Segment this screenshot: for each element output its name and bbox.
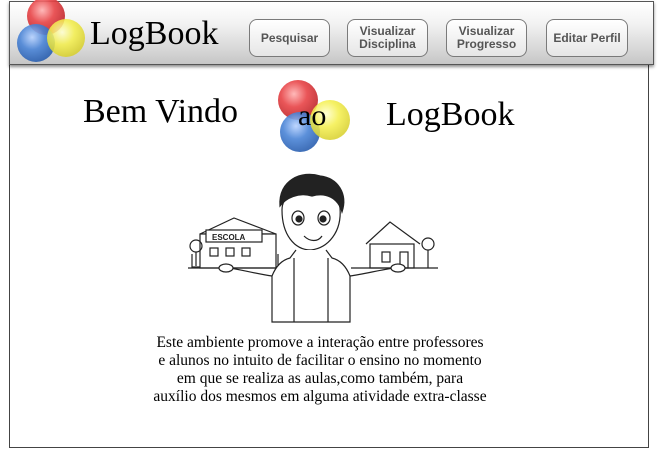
logo-text[interactable]: LogBook — [90, 14, 218, 54]
description-line: Este ambiente promove a interação entre … — [156, 334, 484, 351]
description-text: Este ambiente promove a interação entre … — [110, 334, 530, 406]
welcome-title-part1: Bem Vindo — [83, 93, 239, 130]
student-school-illustration: ESCOLA — [188, 173, 438, 323]
description-line: auxílio dos mesmos em alguma atividade e… — [153, 388, 487, 405]
description-line: em que se realiza as aulas,como também, … — [176, 370, 464, 387]
view-discipline-button[interactable]: Visualizar Disciplina — [347, 19, 428, 57]
edit-profile-button[interactable]: Editar Perfil — [546, 19, 628, 57]
view-progress-button[interactable]: Visualizar Progresso — [446, 19, 527, 57]
search-button[interactable]: Pesquisar — [249, 19, 330, 57]
welcome-title-part2: ao — [298, 99, 327, 132]
description-line: e alunos no intuito de facilitar o ensin… — [158, 352, 482, 369]
school-sign-text: ESCOLA — [212, 233, 246, 242]
logo-circles-icon — [17, 0, 85, 62]
welcome-title-part3: LogBook — [386, 96, 515, 133]
